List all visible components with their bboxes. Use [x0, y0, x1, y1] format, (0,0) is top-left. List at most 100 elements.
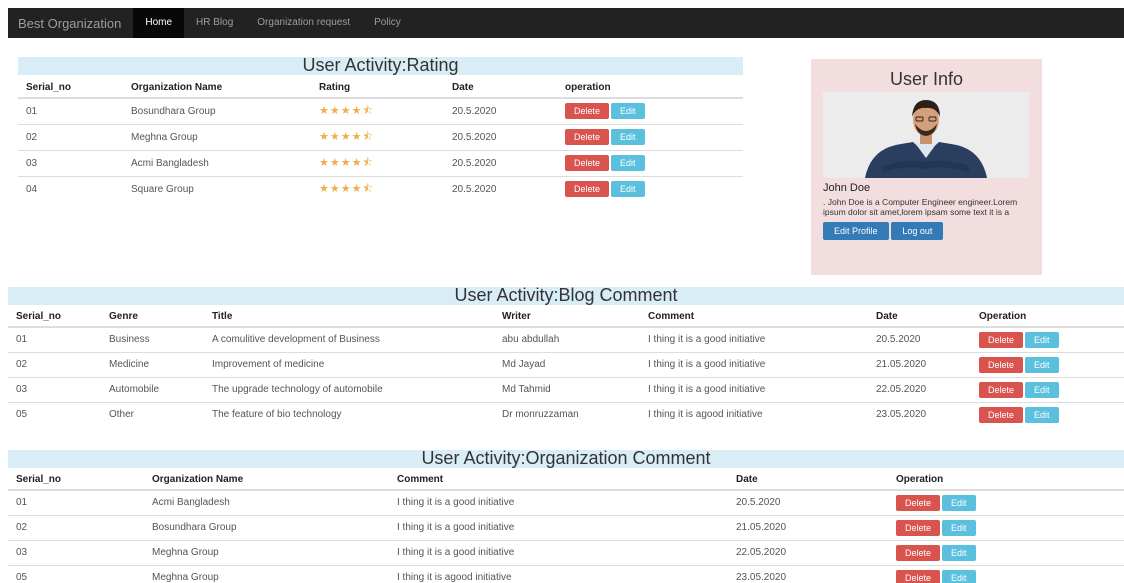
logout-button[interactable]: Log out: [891, 222, 944, 240]
table-row: 05 Other The feature of bio technology Dr m…: [8, 401, 1124, 427]
edit-button[interactable]: Edit: [1025, 331, 1059, 348]
org-operation-cell: Delete Edit: [888, 539, 1124, 565]
table-row: 02 Meghna Group ★★★★⯪ 20.5.2020 Delete Edit: [18, 123, 743, 150]
edit-button[interactable]: Edit: [611, 103, 645, 120]
user-name: John Doe: [823, 182, 871, 194]
top-navbar: Best Organization Home HR Blog Organizat…: [8, 8, 1124, 38]
edit-button[interactable]: Edit: [1025, 381, 1059, 398]
user-info-title: User Info: [889, 69, 964, 89]
user-bio: . John Doe is a Computer Engineer engine…: [823, 197, 1018, 217]
delete-button[interactable]: Delete: [565, 181, 610, 198]
date-cell: 20.5.2020: [444, 97, 557, 124]
blog-header-writer: Writer: [494, 307, 640, 328]
writer-cell: Md Tahmid: [494, 376, 640, 402]
blog-header-title: Title: [204, 307, 494, 328]
org-operation-cell: Delete Edit: [888, 489, 1124, 515]
rating-section-title: User Activity:Rating: [18, 56, 743, 75]
org-comment-table: Serial_no Organization Name Comment Date…: [8, 470, 1124, 583]
rating-table: Serial_no Organization Name Rating Date …: [18, 78, 743, 202]
rating-header-operation: operation: [557, 78, 743, 99]
edit-button[interactable]: Edit: [942, 519, 976, 536]
blog-comment-table: Serial_no Genre Title Writer Comment Dat…: [8, 307, 1124, 427]
blog-comment-section-title: User Activity:Blog Comment: [8, 286, 1124, 305]
delete-button[interactable]: Delete: [979, 381, 1024, 398]
star-rating: ★★★★⯪: [319, 182, 374, 195]
date-cell: 20.5.2020: [444, 175, 557, 202]
org-name-cell: Bosundhara Group: [123, 97, 311, 124]
edit-button[interactable]: Edit: [1025, 406, 1059, 423]
rating-cell: ★★★★⯪: [311, 123, 444, 150]
blog-operation-cell: Delete Edit: [971, 401, 1124, 427]
edit-button[interactable]: Edit: [1025, 356, 1059, 373]
blog-operation-cell: Delete Edit: [971, 326, 1124, 352]
edit-button[interactable]: Edit: [942, 544, 976, 561]
edit-button[interactable]: Edit: [611, 129, 645, 145]
navbar-brand[interactable]: Best Organization: [8, 16, 133, 31]
edit-profile-button[interactable]: Edit Profile: [823, 222, 889, 240]
blog-header-date: Date: [868, 307, 971, 328]
rating-cell: ★★★★⯪: [311, 97, 444, 124]
delete-button[interactable]: Delete: [896, 569, 941, 583]
star-rating: ★★★★⯪: [319, 156, 374, 169]
delete-button[interactable]: Delete: [565, 103, 610, 120]
nav-item-hr-blog[interactable]: HR Blog: [184, 8, 245, 38]
serial-cell: 05: [8, 564, 144, 583]
genre-cell: Medicine: [101, 351, 204, 377]
edit-button[interactable]: Edit: [942, 569, 976, 583]
comment-cell: I thing it is a good initiative: [389, 539, 728, 565]
date-cell: 22.05.2020: [728, 539, 888, 565]
user-avatar-image: [823, 92, 1029, 178]
org-name-cell: Acmi Bangladesh: [144, 489, 389, 515]
comment-cell: I thing it is agood initiative: [640, 401, 868, 427]
delete-button[interactable]: Delete: [896, 519, 941, 536]
date-cell: 20.5.2020: [444, 149, 557, 176]
delete-button[interactable]: Delete: [565, 155, 610, 171]
delete-button[interactable]: Delete: [979, 406, 1024, 423]
delete-button[interactable]: Delete: [565, 129, 610, 145]
org-header-serial: Serial_no: [8, 470, 144, 491]
serial-cell: 02: [8, 514, 144, 540]
edit-button[interactable]: Edit: [611, 181, 645, 198]
rating-operation-cell: Delete Edit: [557, 97, 743, 124]
serial-cell: 02: [8, 351, 101, 377]
writer-cell: Dr monruzzaman: [494, 401, 640, 427]
delete-button[interactable]: Delete: [979, 331, 1024, 348]
rating-table-header: Serial_no Organization Name Rating Date …: [18, 78, 743, 99]
serial-cell: 05: [8, 401, 101, 427]
nav-item-home[interactable]: Home: [133, 8, 185, 38]
genre-cell: Other: [101, 401, 204, 427]
table-row: 04 Square Group ★★★★⯪ 20.5.2020 Delete Edit: [18, 175, 743, 202]
delete-button[interactable]: Delete: [896, 494, 941, 511]
org-operation-cell: Delete Edit: [888, 564, 1124, 583]
org-name-cell: Meghna Group: [144, 564, 389, 583]
table-row: 03 Meghna Group I thing it is a good initi…: [8, 539, 1124, 565]
org-name-cell: Square Group: [123, 175, 311, 202]
blog-header-comment: Comment: [640, 307, 868, 328]
blog-header-operation: Operation: [971, 307, 1124, 328]
serial-cell: 01: [8, 326, 101, 352]
date-cell: 23.05.2020: [728, 564, 888, 583]
delete-button[interactable]: Delete: [979, 356, 1024, 373]
comment-cell: I thing it is a good initiative: [389, 489, 728, 515]
serial-cell: 03: [18, 149, 123, 176]
nav-item-organization-request[interactable]: Organization request: [245, 8, 362, 38]
comment-cell: I thing it is a good initiative: [640, 376, 868, 402]
rating-header-serial: Serial_no: [18, 78, 123, 99]
org-name-cell: Meghna Group: [123, 123, 311, 150]
edit-button[interactable]: Edit: [611, 155, 645, 171]
org-header-operation: Operation: [888, 470, 1124, 491]
table-row: 02 Medicine Improvement of medicine Md Jaya…: [8, 351, 1124, 377]
table-row: 02 Bosundhara Group I thing it is a good i…: [8, 514, 1124, 540]
writer-cell: Md Jayad: [494, 351, 640, 377]
edit-button[interactable]: Edit: [942, 494, 976, 511]
nav-item-policy[interactable]: Policy: [362, 8, 413, 38]
genre-cell: Business: [101, 326, 204, 352]
table-row: 03 Acmi Bangladesh ★★★★⯪ 20.5.2020 Delete Edi…: [18, 149, 743, 176]
star-rating: ★★★★⯪: [319, 130, 374, 143]
date-cell: 21.05.2020: [728, 514, 888, 540]
delete-button[interactable]: Delete: [896, 544, 941, 561]
table-row: 05 Meghna Group I thing it is agood initia…: [8, 564, 1124, 583]
rating-header-date: Date: [444, 78, 557, 99]
date-cell: 22.05.2020: [868, 376, 971, 402]
org-name-cell: Bosundhara Group: [144, 514, 389, 540]
